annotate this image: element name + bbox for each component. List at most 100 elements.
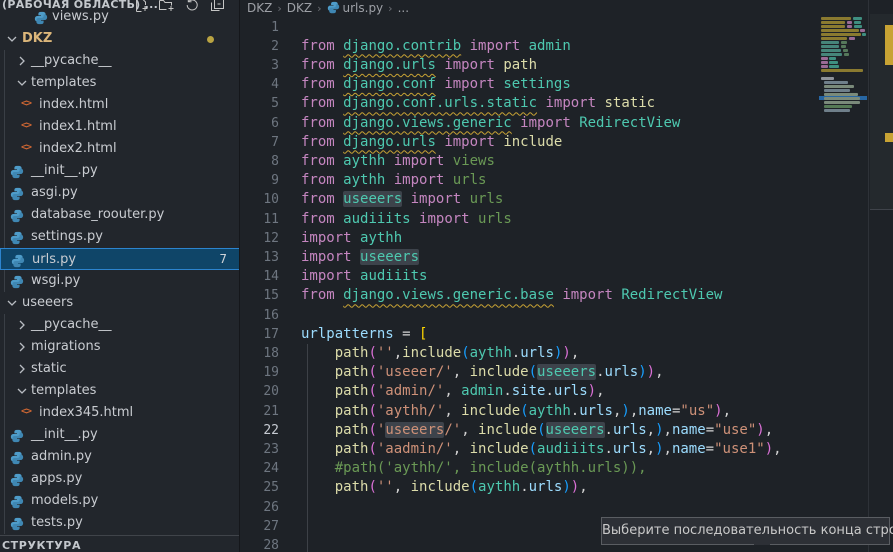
- code-line[interactable]: 9from aythh import urls: [241, 171, 893, 191]
- line-number[interactable]: 2: [241, 37, 279, 56]
- line-number[interactable]: 27: [241, 517, 279, 536]
- tree-item-tests-py[interactable]: tests.py: [0, 512, 240, 534]
- tree-item-index1-html[interactable]: <>index1.html: [0, 116, 240, 138]
- chevron-right-icon[interactable]: [14, 317, 30, 333]
- minimap-line: [821, 29, 859, 32]
- code-line[interactable]: 18 path('',include(aythh.urls)),: [241, 344, 893, 364]
- chevron-down-icon[interactable]: [14, 75, 30, 91]
- chevron-right-icon[interactable]: [14, 53, 30, 69]
- chevron-down-icon[interactable]: [4, 295, 20, 311]
- tree-item-templates[interactable]: templates: [0, 380, 240, 402]
- line-number[interactable]: 11: [241, 210, 279, 229]
- tree-item-migrations[interactable]: migrations: [0, 336, 240, 358]
- line-number[interactable]: 4: [241, 75, 279, 94]
- tree-item--init-py[interactable]: __init__.py: [0, 160, 240, 182]
- line-number[interactable]: 5: [241, 94, 279, 113]
- code-line[interactable]: 14 import audiiits: [241, 267, 893, 287]
- code-area[interactable]: 12from django.contrib import admin3from …: [241, 0, 893, 552]
- tree-item-index-html[interactable]: <>index.html: [0, 94, 240, 116]
- code-line[interactable]: 17urlpatterns = [: [241, 325, 893, 345]
- line-number[interactable]: 25: [241, 478, 279, 497]
- overview-ruler[interactable]: [868, 0, 893, 552]
- tree-item-index345-html[interactable]: <>index345.html: [0, 402, 240, 424]
- tree-item-label: index1.html: [39, 119, 117, 134]
- code-line[interactable]: 5from django.conf.urls.static import sta…: [241, 94, 893, 114]
- code-line[interactable]: 13import useeers: [241, 248, 893, 268]
- line-number[interactable]: 6: [241, 114, 279, 133]
- line-number[interactable]: 14: [241, 267, 279, 286]
- chevron-right-icon[interactable]: [14, 361, 30, 377]
- outline-section-label: СТРУКТУРА: [2, 539, 81, 552]
- line-number[interactable]: 21: [241, 402, 279, 421]
- line-number[interactable]: 22: [241, 421, 279, 440]
- chevron-right-icon[interactable]: [14, 339, 30, 355]
- editor-pane[interactable]: DKZ › DKZ › urls.py › ... 12from django.…: [241, 0, 893, 552]
- code-line[interactable]: 2from django.contrib import admin: [241, 37, 893, 57]
- tree-item-wsgi-py[interactable]: wsgi.py: [0, 270, 240, 292]
- line-number[interactable]: 19: [241, 363, 279, 382]
- tree-item-views-py[interactable]: views.py: [0, 6, 240, 28]
- code-line[interactable]: 4from django.conf import settings: [241, 75, 893, 95]
- line-number[interactable]: 18: [241, 344, 279, 363]
- line-number[interactable]: 8: [241, 152, 279, 171]
- code-line[interactable]: 6from django.views.generic import Redire…: [241, 114, 893, 134]
- tree-item-settings-py[interactable]: settings.py: [0, 226, 240, 248]
- code-line[interactable]: 25 path('', include(aythh.urls)),: [241, 478, 893, 498]
- tree-item--init-py[interactable]: __init__.py: [0, 424, 240, 446]
- code-line[interactable]: 19 path('useeer/', include(useeers.urls)…: [241, 363, 893, 383]
- line-number[interactable]: 1: [241, 18, 279, 37]
- tree-item--pycache-[interactable]: __pycache__: [0, 314, 240, 336]
- line-number[interactable]: 9: [241, 171, 279, 190]
- line-number[interactable]: 26: [241, 498, 279, 517]
- tree-item-asgi-py[interactable]: asgi.py: [0, 182, 240, 204]
- eol-tooltip-text: Выберите последовательность конца строки: [602, 523, 893, 538]
- code-line[interactable]: 16: [241, 306, 893, 326]
- code-line[interactable]: 8from aythh import views: [241, 152, 893, 172]
- line-number[interactable]: 12: [241, 229, 279, 248]
- code-line[interactable]: 21 path('aythh/', include(aythh.urls,),n…: [241, 402, 893, 422]
- code-line[interactable]: 7from django.urls import include: [241, 133, 893, 153]
- chevron-down-icon[interactable]: [4, 31, 20, 47]
- tree-item-database-roouter-py[interactable]: database_roouter.py: [0, 204, 240, 226]
- tree-item-dkz[interactable]: DKZ: [0, 28, 240, 50]
- code-line[interactable]: 12import aythh: [241, 229, 893, 249]
- line-number[interactable]: 24: [241, 459, 279, 478]
- tree-item-static[interactable]: static: [0, 358, 240, 380]
- code-line[interactable]: 11from audiiits import urls: [241, 210, 893, 230]
- code-line[interactable]: 15from django.views.generic.base import …: [241, 286, 893, 306]
- code-line[interactable]: 1: [241, 18, 893, 38]
- tree-item-models-py[interactable]: models.py: [0, 490, 240, 512]
- line-number[interactable]: 28: [241, 536, 279, 552]
- line-number[interactable]: 10: [241, 190, 279, 209]
- line-number[interactable]: 15: [241, 286, 279, 305]
- line-number[interactable]: 17: [241, 325, 279, 344]
- tree-item-index2-html[interactable]: <>index2.html: [0, 138, 240, 160]
- modified-dot-badge: [207, 36, 214, 43]
- tree-item-templates[interactable]: templates: [0, 72, 240, 94]
- tree-item-apps-py[interactable]: apps.py: [0, 468, 240, 490]
- line-number[interactable]: 20: [241, 382, 279, 401]
- outline-section-header[interactable]: СТРУКТУРА: [0, 535, 240, 552]
- chevron-down-icon[interactable]: [14, 383, 30, 399]
- tree-item-urls-py[interactable]: urls.py7: [0, 248, 240, 270]
- tree-item-label: admin.py: [31, 449, 92, 464]
- python-icon: [10, 230, 24, 244]
- line-number[interactable]: 16: [241, 306, 279, 325]
- code-line[interactable]: 3from django.urls import path: [241, 56, 893, 76]
- code-line[interactable]: 20 path('admin/', admin.site.urls),: [241, 382, 893, 402]
- code-line[interactable]: 22 path('useeers/', include(useeers.urls…: [241, 421, 893, 441]
- code-line[interactable]: 23 path('aadmin/', include(audiiits.urls…: [241, 440, 893, 460]
- line-number[interactable]: 13: [241, 248, 279, 267]
- line-number[interactable]: 7: [241, 133, 279, 152]
- code-line[interactable]: 26: [241, 498, 893, 518]
- tree-item-label: templates: [31, 75, 96, 90]
- line-number[interactable]: 3: [241, 56, 279, 75]
- code-line-text: import audiiits: [301, 267, 427, 286]
- tree-item--pycache-[interactable]: __pycache__: [0, 50, 240, 72]
- minimap[interactable]: [819, 6, 867, 226]
- line-number[interactable]: 23: [241, 440, 279, 459]
- tree-item-useeers[interactable]: useeers: [0, 292, 240, 314]
- code-line[interactable]: 10from useeers import urls: [241, 190, 893, 210]
- code-line[interactable]: 24 #path('aythh/', include(aythh.urls)),: [241, 459, 893, 479]
- tree-item-admin-py[interactable]: admin.py: [0, 446, 240, 468]
